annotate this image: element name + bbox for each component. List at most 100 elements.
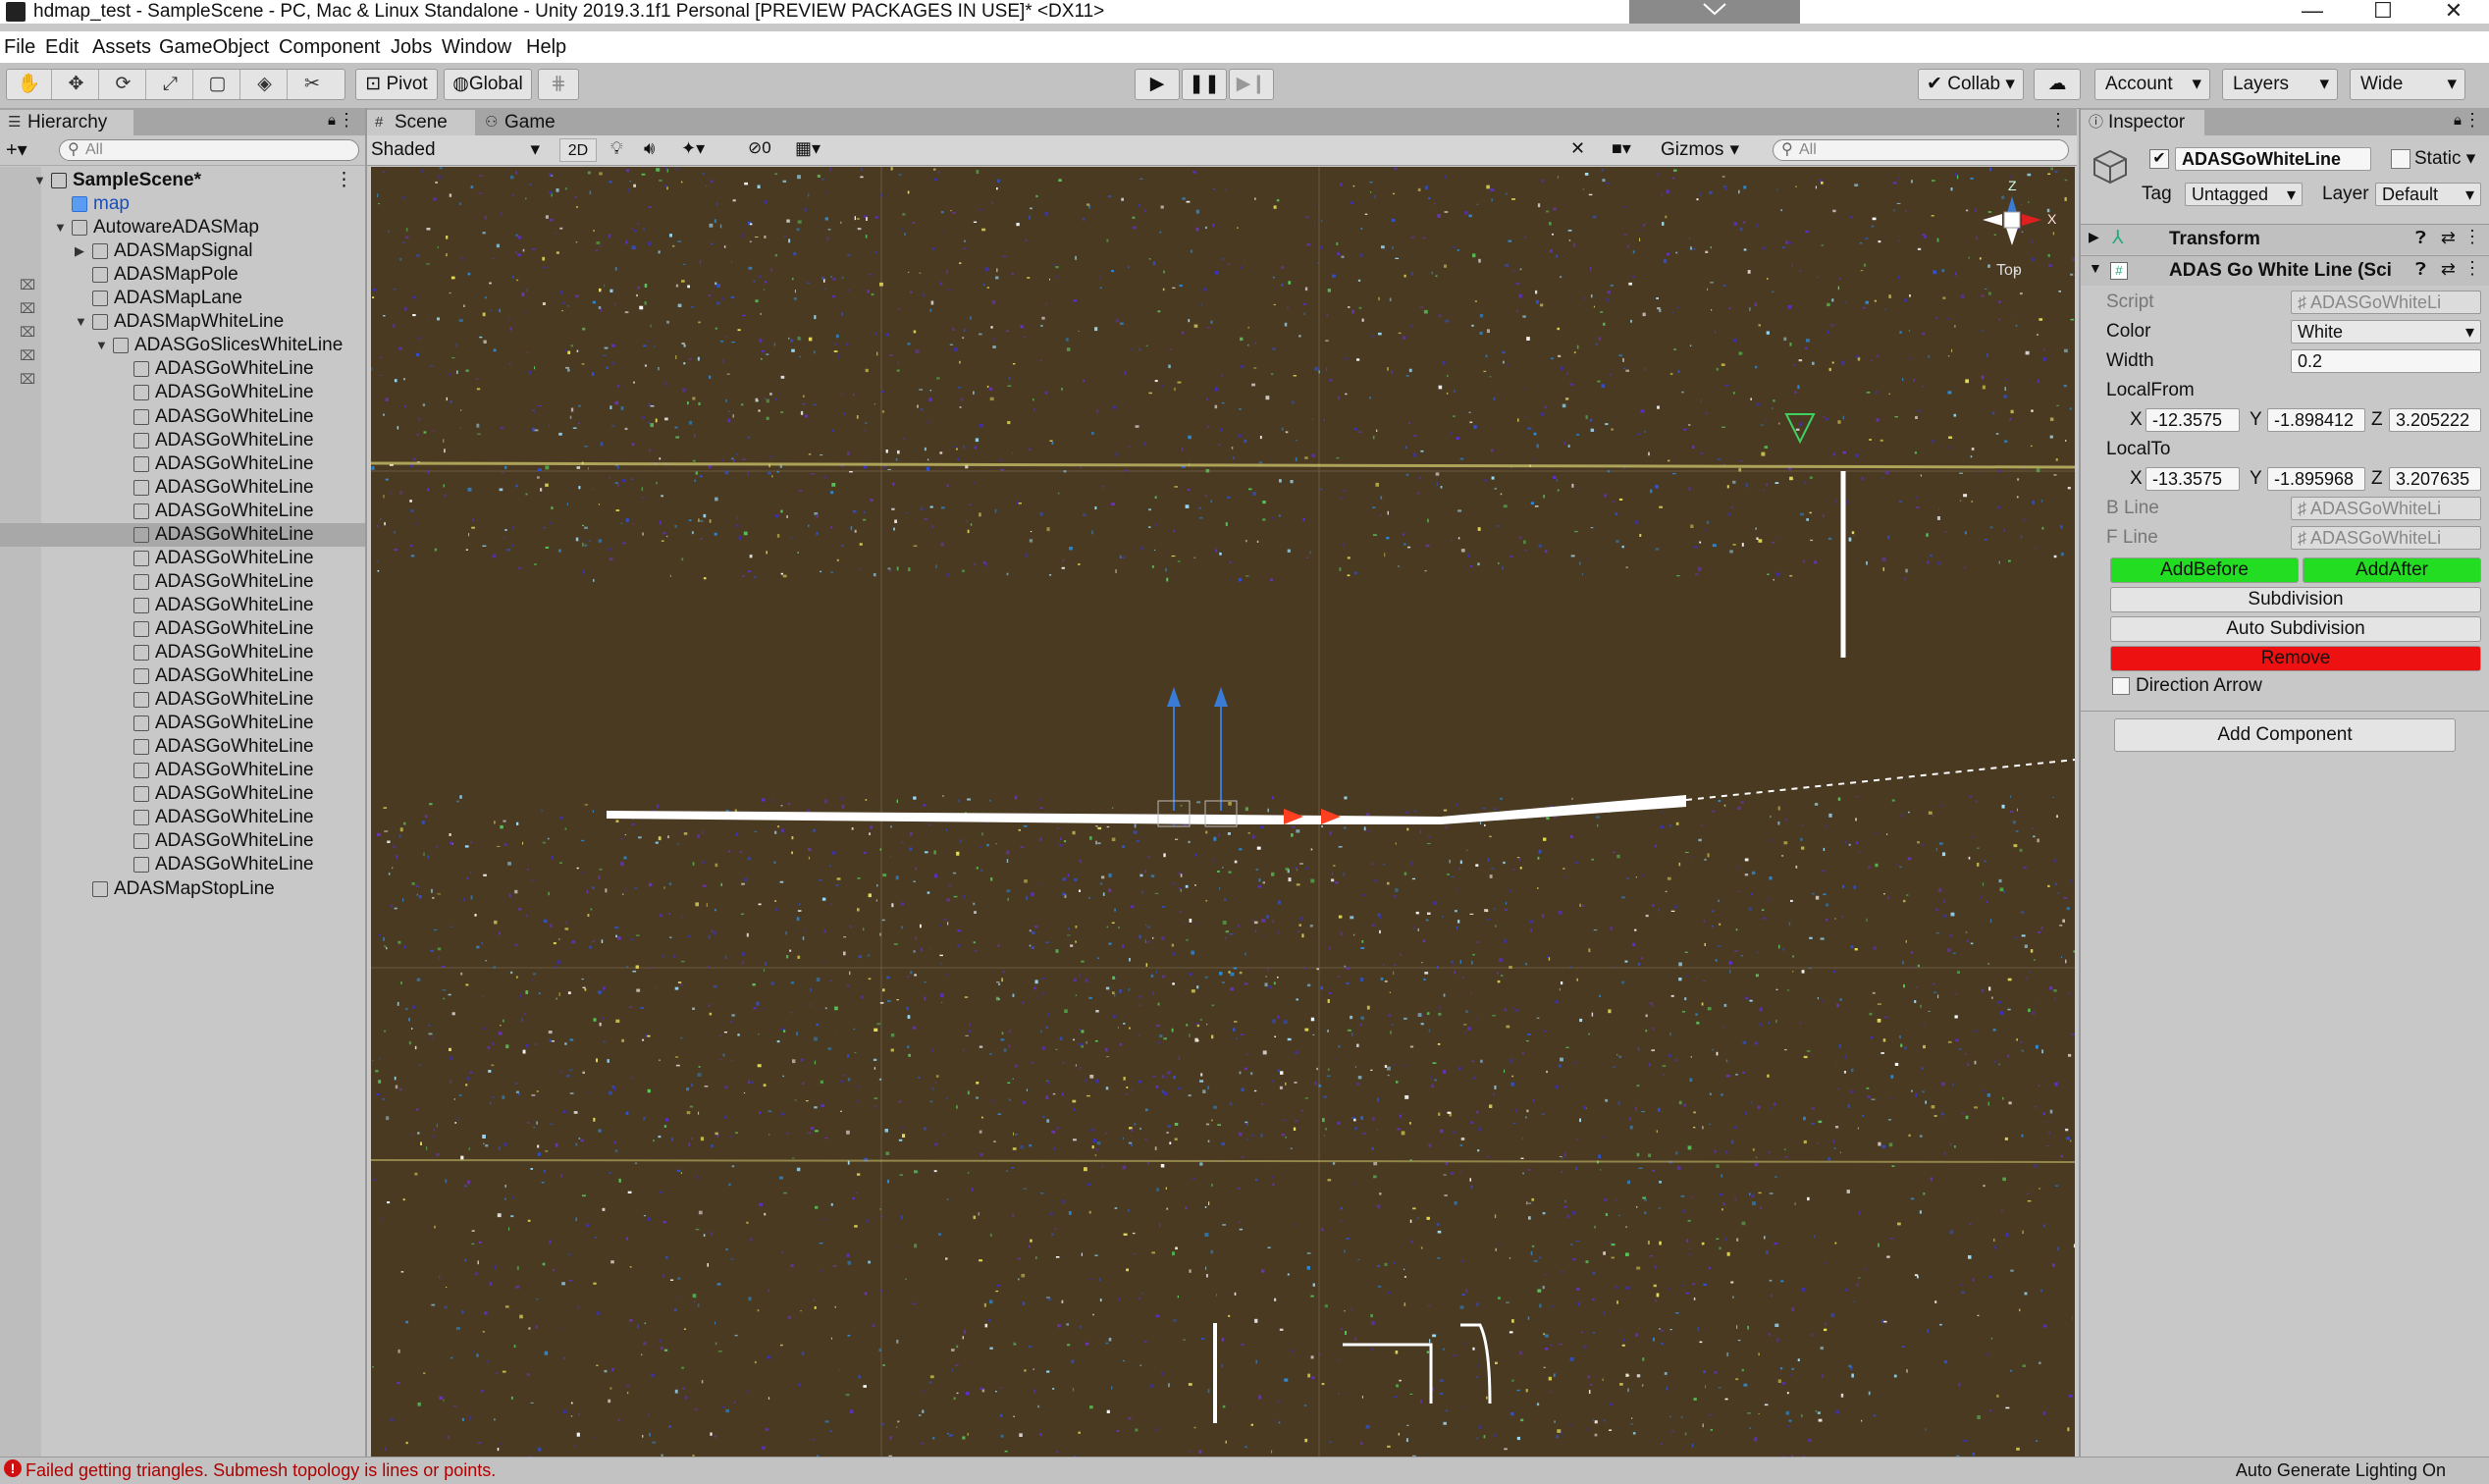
collapse-arrow-icon[interactable]: ▼ [33, 169, 46, 192]
menu-help[interactable]: Help [526, 35, 566, 59]
hierarchy-item[interactable]: ADASGoWhiteLine [0, 829, 365, 853]
move-tool-icon[interactable]: ✥ [54, 70, 99, 99]
add-object-button[interactable]: +▾ [6, 137, 27, 162]
localfrom-z-field[interactable]: 3.205222 [2389, 408, 2481, 432]
close-button[interactable]: ✕ [2424, 0, 2483, 24]
color-dropdown[interactable]: White▾ [2291, 320, 2481, 344]
hierarchy-item[interactable]: ADASGoWhiteLine [0, 523, 365, 547]
hierarchy-item[interactable]: ADASGoWhiteLine [0, 594, 365, 617]
collapse-arrow-icon[interactable]: ▼ [2089, 260, 2102, 276]
tools-icon[interactable]: ✕ [1570, 138, 1585, 159]
add-component-button[interactable]: Add Component [2114, 718, 2456, 752]
audio-toggle-icon[interactable]: 🔊︎ [644, 138, 655, 159]
preset-icon[interactable]: ⇄ [2441, 228, 2456, 248]
gizmo-axis-neg-x[interactable] [1983, 214, 2002, 226]
effects-toggle-icon[interactable]: ✦▾ [681, 138, 705, 159]
title-tab-notch[interactable] [1629, 0, 1800, 24]
gizmos-dropdown[interactable]: Gizmos ▾ [1661, 137, 1739, 163]
direction-arrow-checkbox[interactable] [2112, 677, 2130, 695]
menu-assets[interactable]: Assets [92, 35, 151, 59]
remove-button[interactable]: Remove [2110, 646, 2481, 671]
global-button[interactable]: ◍Global [444, 69, 532, 100]
pivot-button[interactable]: ⊡ Pivot [355, 69, 438, 100]
tab-scene[interactable]: # Scene [367, 110, 475, 135]
tag-dropdown[interactable]: Untagged▾ [2185, 183, 2303, 206]
cloud-button[interactable]: ☁ [2034, 69, 2081, 100]
gizmo-axis-neg-z[interactable] [2006, 228, 2018, 245]
gizmo-axis-x[interactable] [2022, 214, 2041, 226]
hierarchy-item[interactable]: ADASGoWhiteLine [0, 476, 365, 500]
localfrom-x-field[interactable]: -12.3575 [2145, 408, 2240, 432]
menu-component[interactable]: Component [279, 35, 380, 59]
kebab-menu-icon[interactable]: ⋮ [2049, 110, 2067, 131]
hierarchy-item[interactable]: ADASGoWhiteLine [0, 617, 365, 641]
snap-button[interactable]: ⋕ [538, 69, 579, 100]
static-dropdown[interactable]: Static ▾ [2414, 147, 2475, 171]
lock-icon[interactable]: 🔒︎ [328, 112, 336, 129]
rect-tool-icon[interactable]: ▢ [195, 70, 240, 99]
hierarchy-item[interactable]: ADASGoWhiteLine [0, 381, 365, 404]
add-before-button[interactable]: AddBefore [2110, 557, 2299, 583]
menu-edit[interactable]: Edit [45, 35, 79, 59]
hand-tool-icon[interactable]: ✋ [7, 70, 52, 99]
localto-y-field[interactable]: -1.895968 [2267, 467, 2365, 491]
maximize-button[interactable]: ☐ [2354, 0, 2412, 24]
kebab-menu-icon[interactable]: ⋮ [2463, 227, 2481, 247]
hierarchy-item[interactable]: ADASGoWhiteLine [0, 759, 365, 782]
hidden-objects-toggle[interactable]: ⊘0 [748, 138, 771, 158]
lock-icon[interactable]: 🔒︎ [2454, 112, 2462, 129]
orientation-gizmo[interactable]: Z X Top [1963, 177, 2071, 285]
2d-toggle[interactable]: 2D [559, 138, 597, 162]
hierarchy-item[interactable]: ADASMapStopLine [0, 877, 365, 901]
camera-icon[interactable]: ■▾ [1612, 138, 1631, 159]
collapse-arrow-icon[interactable]: ▼ [75, 310, 87, 334]
hierarchy-item[interactable]: ADASGoWhiteLine [0, 641, 365, 664]
status-error-message[interactable]: Failed getting triangles. Submesh topolo… [26, 1459, 496, 1481]
hierarchy-item[interactable]: map [0, 192, 365, 216]
collapse-arrow-icon[interactable]: ▼ [54, 216, 67, 239]
hierarchy-item[interactable]: ADASGoWhiteLine [0, 712, 365, 735]
hierarchy-item[interactable]: ▼SampleScene*⋮ [0, 169, 365, 192]
fline-field[interactable]: ♯ ADASGoWhiteLi [2291, 526, 2481, 550]
object-name-field[interactable]: ADASGoWhiteLine [2175, 147, 2371, 171]
scene-render[interactable] [371, 167, 2075, 1457]
static-checkbox[interactable] [2391, 149, 2410, 169]
hierarchy-item[interactable]: ADASGoWhiteLine [0, 735, 365, 759]
kebab-menu-icon[interactable]: ⋮ [2463, 110, 2481, 131]
active-checkbox[interactable]: ✔ [2149, 149, 2169, 169]
account-dropdown[interactable]: Account▾ [2094, 69, 2210, 100]
menu-window[interactable]: Window [442, 35, 511, 59]
hierarchy-item[interactable]: ADASMapLane [0, 287, 365, 310]
layers-dropdown[interactable]: Layers▾ [2222, 69, 2338, 100]
expand-arrow-icon[interactable]: ▶ [2089, 229, 2099, 245]
menu-gameobject[interactable]: GameObject [159, 35, 269, 59]
status-lighting-text[interactable]: Auto Generate Lighting On [2236, 1459, 2446, 1481]
hierarchy-item[interactable]: ▼ADASMapWhiteLine [0, 310, 365, 334]
hierarchy-item[interactable]: ADASGoWhiteLine [0, 688, 365, 712]
scale-tool-icon[interactable]: ⤢ [148, 70, 193, 99]
play-button[interactable]: ▶ [1135, 69, 1180, 100]
hierarchy-search-input[interactable]: ⚲ All [59, 139, 359, 161]
hierarchy-item[interactable]: ADASGoWhiteLine [0, 547, 365, 570]
hierarchy-item[interactable]: ADASGoWhiteLine [0, 452, 365, 476]
hierarchy-item[interactable]: ADASGoWhiteLine [0, 853, 365, 876]
collab-button[interactable]: ✔ Collab ▾ [1918, 69, 2024, 100]
hierarchy-item[interactable]: ▶ADASMapSignal [0, 239, 365, 263]
localto-x-field[interactable]: -13.3575 [2145, 467, 2240, 491]
pause-button[interactable]: ❚❚ [1182, 69, 1227, 100]
layer-dropdown[interactable]: Default▾ [2375, 183, 2481, 206]
hierarchy-item[interactable]: ADASGoWhiteLine [0, 570, 365, 594]
auto-subdivision-button[interactable]: Auto Subdivision [2110, 616, 2481, 642]
width-field[interactable]: 0.2 [2291, 349, 2481, 373]
kebab-menu-icon[interactable]: ⋮ [338, 110, 355, 131]
tab-inspector[interactable]: ⓘ Inspector [2081, 110, 2204, 135]
lighting-toggle-icon[interactable]: 💡︎ [610, 138, 623, 159]
hierarchy-item[interactable]: ADASGoWhiteLine [0, 429, 365, 452]
tab-hierarchy[interactable]: ☰ Hierarchy [0, 110, 133, 135]
kebab-menu-icon[interactable]: ⋮ [335, 169, 353, 192]
tab-game[interactable]: ⚇ Game [477, 110, 575, 135]
hierarchy-item[interactable]: ADASGoWhiteLine [0, 405, 365, 429]
hierarchy-item[interactable]: ▼AutowareADASMap [0, 216, 365, 239]
transform-tool-icon[interactable]: ◈ [242, 70, 288, 99]
hierarchy-item[interactable]: ADASGoWhiteLine [0, 782, 365, 806]
